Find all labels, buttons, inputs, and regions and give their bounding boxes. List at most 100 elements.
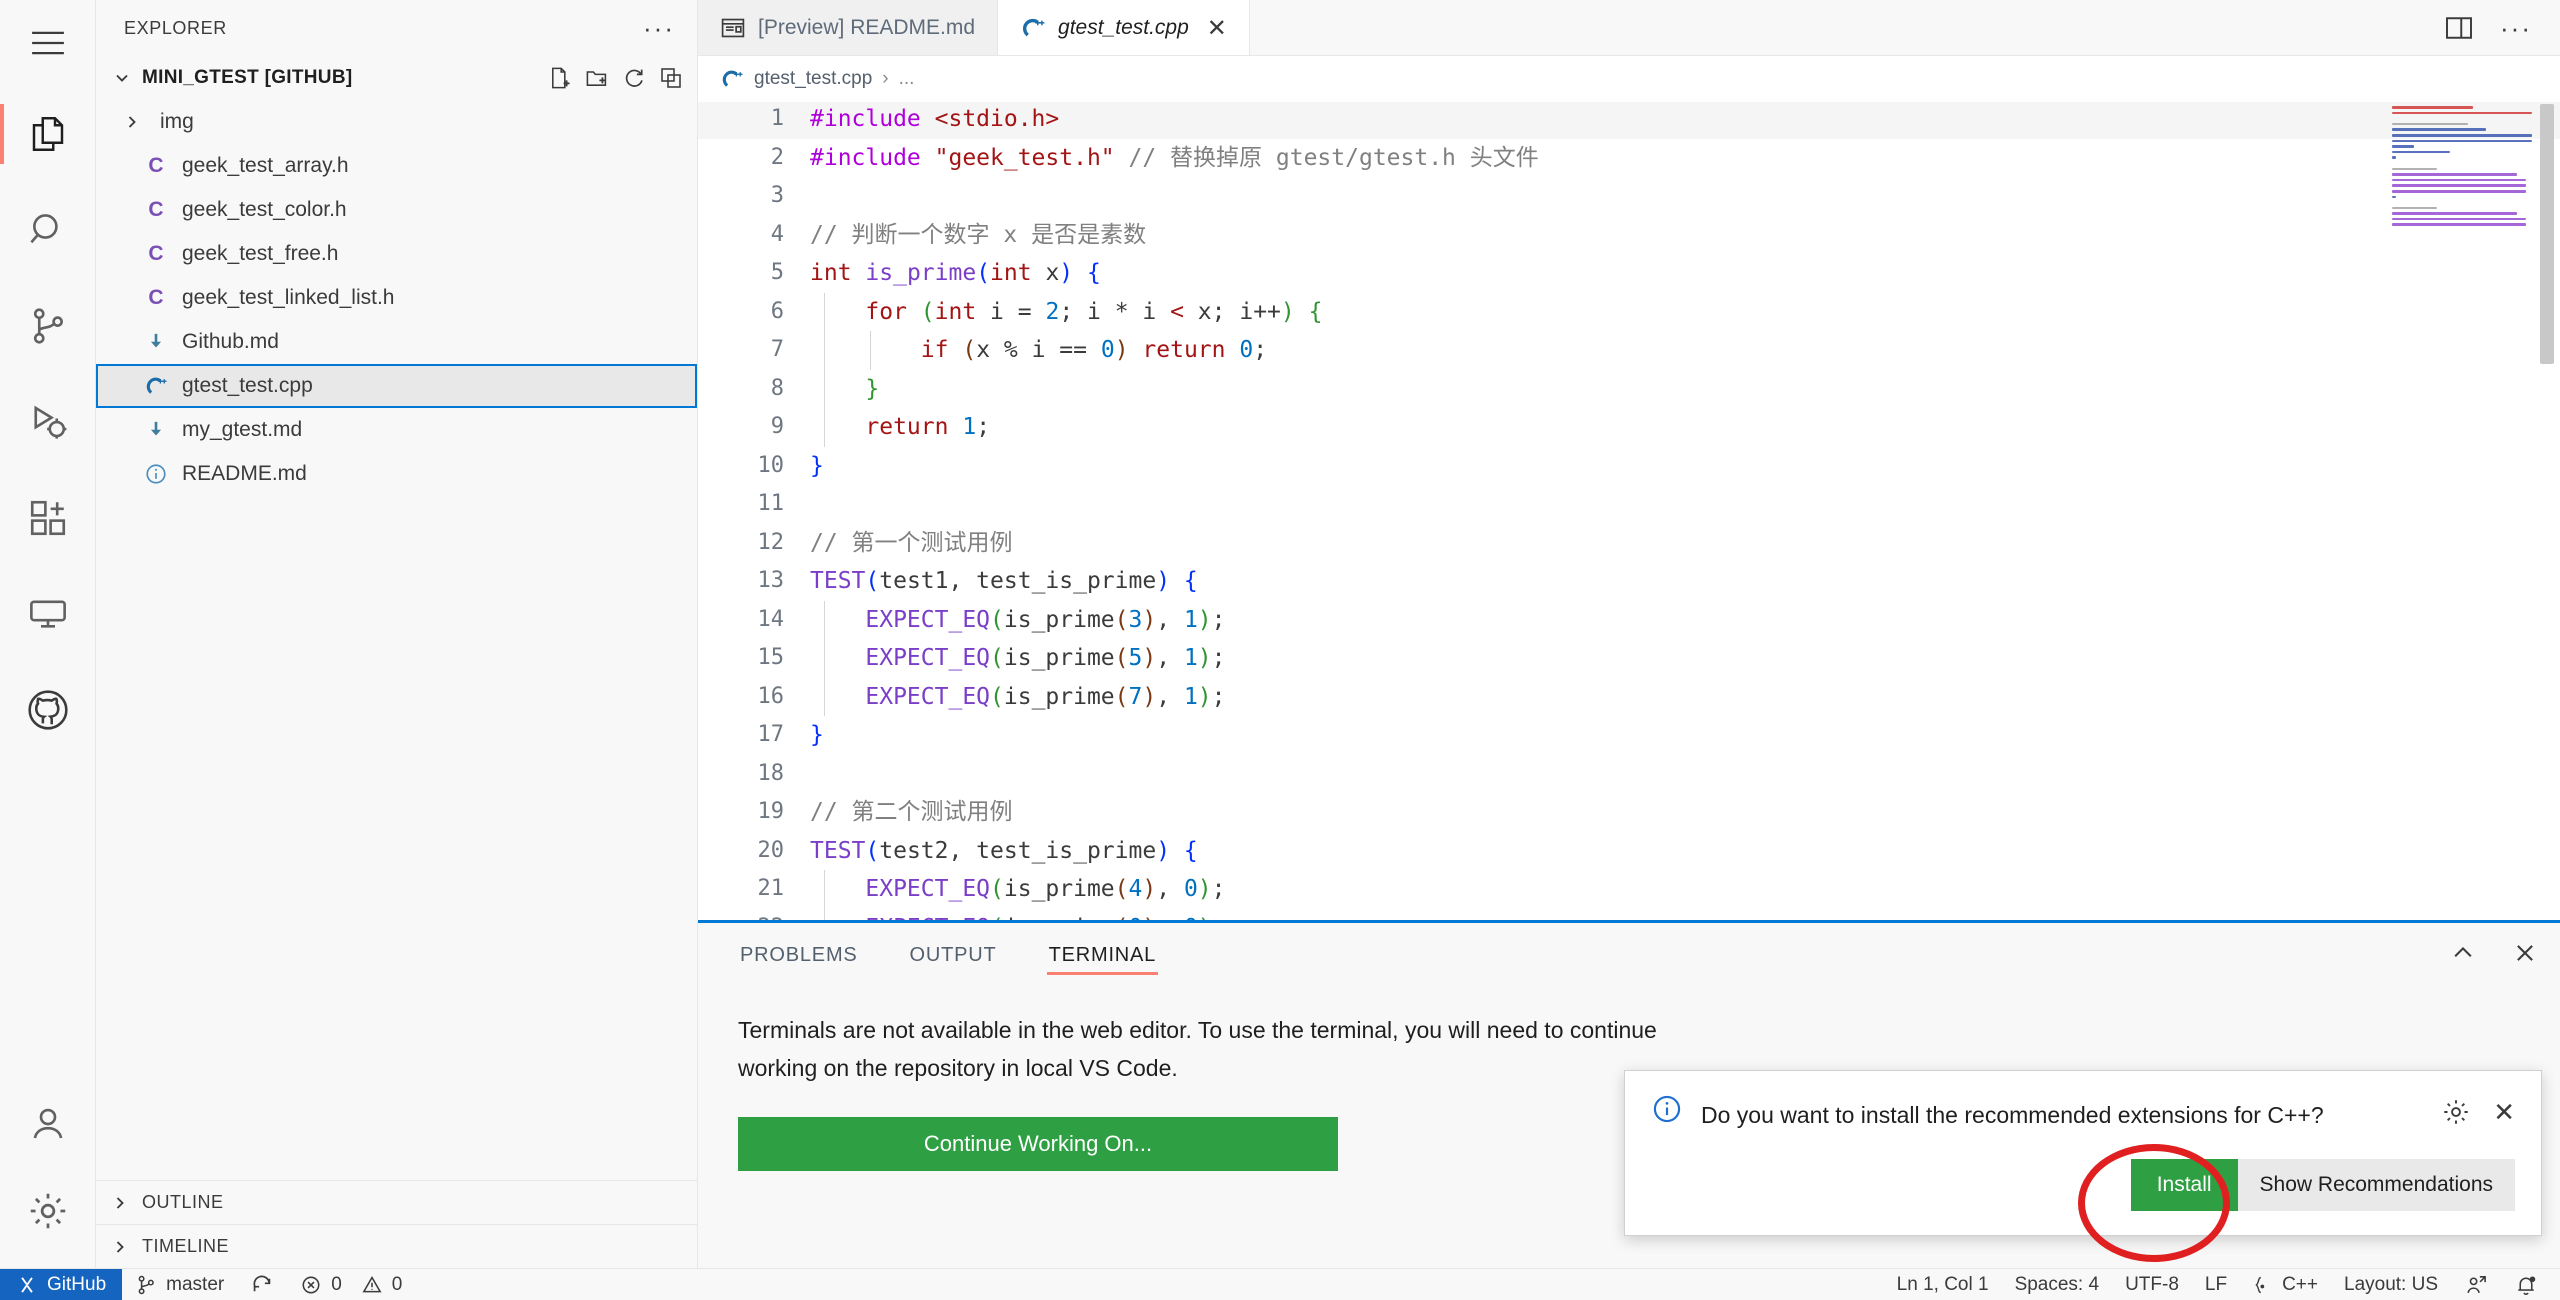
sidebar-header: EXPLORER ··· <box>124 13 675 43</box>
new-file-icon[interactable] <box>548 66 572 90</box>
line-number: 16 <box>757 683 785 709</box>
errors-status[interactable]: 0 0 <box>287 1269 415 1300</box>
code-line[interactable]: 22 EXPECT_EQ(is_prime(0), 0); <box>698 908 2560 920</box>
close-icon[interactable]: ✕ <box>2493 1097 2515 1127</box>
line-text: EXPECT_EQ(is_prime(4), 0); <box>865 876 1226 902</box>
menu-icon[interactable] <box>0 0 96 86</box>
braces-icon <box>2253 1274 2273 1296</box>
warnings-count: 0 <box>391 1273 403 1295</box>
tab-output[interactable]: OUTPUT <box>908 930 999 977</box>
github-icon[interactable] <box>0 662 96 758</box>
chevron-right-icon[interactable] <box>118 112 146 132</box>
chevron-up-icon[interactable] <box>2450 940 2476 966</box>
code-line[interactable]: 6 for (int i = 2; i * i < x; i++) { <box>698 292 2560 331</box>
code-line[interactable]: 16 EXPECT_EQ(is_prime(7), 1); <box>698 677 2560 716</box>
split-editor-icon[interactable] <box>2444 13 2474 43</box>
code-line[interactable]: 2 #include "geek_test.h" // 替换掉原 gtest/gt… <box>698 139 2560 178</box>
new-folder-icon[interactable] <box>585 66 609 90</box>
editor-scrollbar[interactable] <box>2538 102 2556 920</box>
keyboard-layout[interactable]: Layout: US <box>2331 1269 2451 1300</box>
line-text: // 第二个测试用例 <box>810 799 1013 825</box>
account-icon[interactable] <box>0 1076 96 1172</box>
source-control-icon[interactable] <box>0 278 96 374</box>
encoding[interactable]: UTF-8 <box>2112 1269 2192 1300</box>
search-icon[interactable] <box>0 182 96 278</box>
vscode-web-window: EXPLORER ··· MINI_GTEST [GITHUB] img C g… <box>0 0 2560 1300</box>
notifications-bell[interactable] <box>2501 1269 2560 1300</box>
scrollbar-thumb[interactable] <box>2540 104 2554 364</box>
file-tree-item-geek-test-linked-list-h[interactable]: Cgeek_test_linked_list.h <box>96 276 697 320</box>
code-line[interactable]: 4 // 判断一个数字 x 是否是素数 <box>698 216 2560 255</box>
code-line[interactable]: 14 EXPECT_EQ(is_prime(3), 1); <box>698 600 2560 639</box>
breadcrumb-file[interactable]: gtest_test.cpp <box>754 68 872 90</box>
code-line[interactable]: 17} <box>698 716 2560 755</box>
breadcrumb-ellipsis[interactable]: ... <box>899 68 915 90</box>
eol[interactable]: LF <box>2192 1269 2240 1300</box>
sync-status[interactable] <box>237 1269 287 1300</box>
code-line[interactable]: 13 TEST(test1, test_is_prime) { <box>698 562 2560 601</box>
line-number: 10 <box>757 452 785 478</box>
install-button[interactable]: Install <box>2130 1159 2238 1211</box>
show-recommendations-button[interactable]: Show Recommendations <box>2237 1159 2515 1211</box>
close-icon[interactable] <box>2512 940 2538 966</box>
branch-status[interactable]: master <box>122 1269 237 1300</box>
tab-gtest-test-cpp[interactable]: gtest_test.cpp ✕ <box>998 0 1250 55</box>
cpp-file-icon <box>1020 15 1046 41</box>
file-tree-item-github-md[interactable]: Github.md <box>96 320 697 364</box>
tab-terminal[interactable]: TERMINAL <box>1046 930 1159 977</box>
breadcrumb: gtest_test.cpp › ... <box>698 56 2560 102</box>
line-number: 20 <box>757 837 785 863</box>
code-editor[interactable]: 1 #include <stdio.h> 2 #include "geek_test.… <box>698 102 2560 920</box>
line-text: EXPECT_EQ(is_prime(7), 1); <box>865 683 1226 710</box>
file-tree-item-geek-test-free-h[interactable]: Cgeek_test_free.h <box>96 232 697 276</box>
code-line[interactable]: 21 EXPECT_EQ(is_prime(4), 0); <box>698 870 2560 909</box>
language-mode[interactable]: C++ <box>2240 1269 2331 1300</box>
code-lines[interactable]: 1 #include <stdio.h> 2 #include "geek_test.… <box>698 102 2560 920</box>
file-label: geek_test_color.h <box>182 198 347 221</box>
activity-bar <box>0 0 96 1268</box>
continue-working-on-button[interactable]: Continue Working On... <box>738 1117 1338 1171</box>
refresh-icon[interactable] <box>622 66 646 90</box>
chevron-down-icon[interactable] <box>112 68 132 88</box>
code-line[interactable]: 19 // 第二个测试用例 <box>698 793 2560 832</box>
code-line[interactable]: 10} <box>698 447 2560 486</box>
explorer-root-row[interactable]: MINI_GTEST [GITHUB] <box>96 56 697 100</box>
collapse-all-icon[interactable] <box>659 66 683 90</box>
file-tree-item-gtest-test-cpp[interactable]: gtest_test.cpp <box>96 364 697 408</box>
file-tree-item-my-gtest-md[interactable]: my_gtest.md <box>96 408 697 452</box>
sidebar-item-timeline[interactable]: TIMELINE <box>96 1224 697 1268</box>
code-line[interactable]: 11 <box>698 485 2560 524</box>
code-line[interactable]: 1 #include <stdio.h> <box>698 102 2560 139</box>
code-line[interactable]: 15 EXPECT_EQ(is_prime(5), 1); <box>698 639 2560 678</box>
live-share-status[interactable] <box>2451 1269 2501 1300</box>
run-debug-icon[interactable] <box>0 374 96 470</box>
code-line[interactable]: 5 int is_prime(int x) { <box>698 254 2560 293</box>
file-tree-item-geek-test-array-h[interactable]: Cgeek_test_array.h <box>96 144 697 188</box>
file-tree-item-img[interactable]: img <box>96 100 697 144</box>
code-line[interactable]: 20 TEST(test2, test_is_prime) { <box>698 832 2560 871</box>
tab-readme-preview[interactable]: [Preview] README.md <box>698 0 999 55</box>
close-icon[interactable]: ✕ <box>1207 14 1227 43</box>
tab-problems[interactable]: PROBLEMS <box>738 930 860 977</box>
remote-explorer-icon[interactable] <box>0 566 96 662</box>
line-text: TEST(test2, test_is_prime) { <box>810 837 1198 864</box>
file-tree-item-readme-md[interactable]: README.md <box>96 452 697 496</box>
code-line[interactable]: 9 return 1; <box>698 408 2560 447</box>
cursor-position[interactable]: Ln 1, Col 1 <box>1884 1269 2002 1300</box>
gear-icon[interactable] <box>2441 1097 2471 1127</box>
code-line[interactable]: 3 <box>698 177 2560 216</box>
sidebar-item-outline[interactable]: OUTLINE <box>96 1180 697 1224</box>
code-line[interactable]: 8 } <box>698 369 2560 408</box>
explorer-icon[interactable] <box>0 86 96 182</box>
file-tree-item-geek-test-color-h[interactable]: Cgeek_test_color.h <box>96 188 697 232</box>
code-line[interactable]: 18 <box>698 755 2560 794</box>
code-line[interactable]: 12 // 第一个测试用例 <box>698 524 2560 563</box>
extensions-icon[interactable] <box>0 470 96 566</box>
indentation[interactable]: Spaces: 4 <box>2002 1269 2113 1300</box>
line-number: 13 <box>757 568 785 593</box>
code-line[interactable]: 7 if (x % i == 0) return 0; <box>698 331 2560 370</box>
c-file-icon: C <box>148 154 164 177</box>
gear-icon[interactable] <box>0 1172 96 1268</box>
remote-status[interactable]: GitHub <box>0 1268 123 1300</box>
info-file-icon <box>142 462 170 486</box>
